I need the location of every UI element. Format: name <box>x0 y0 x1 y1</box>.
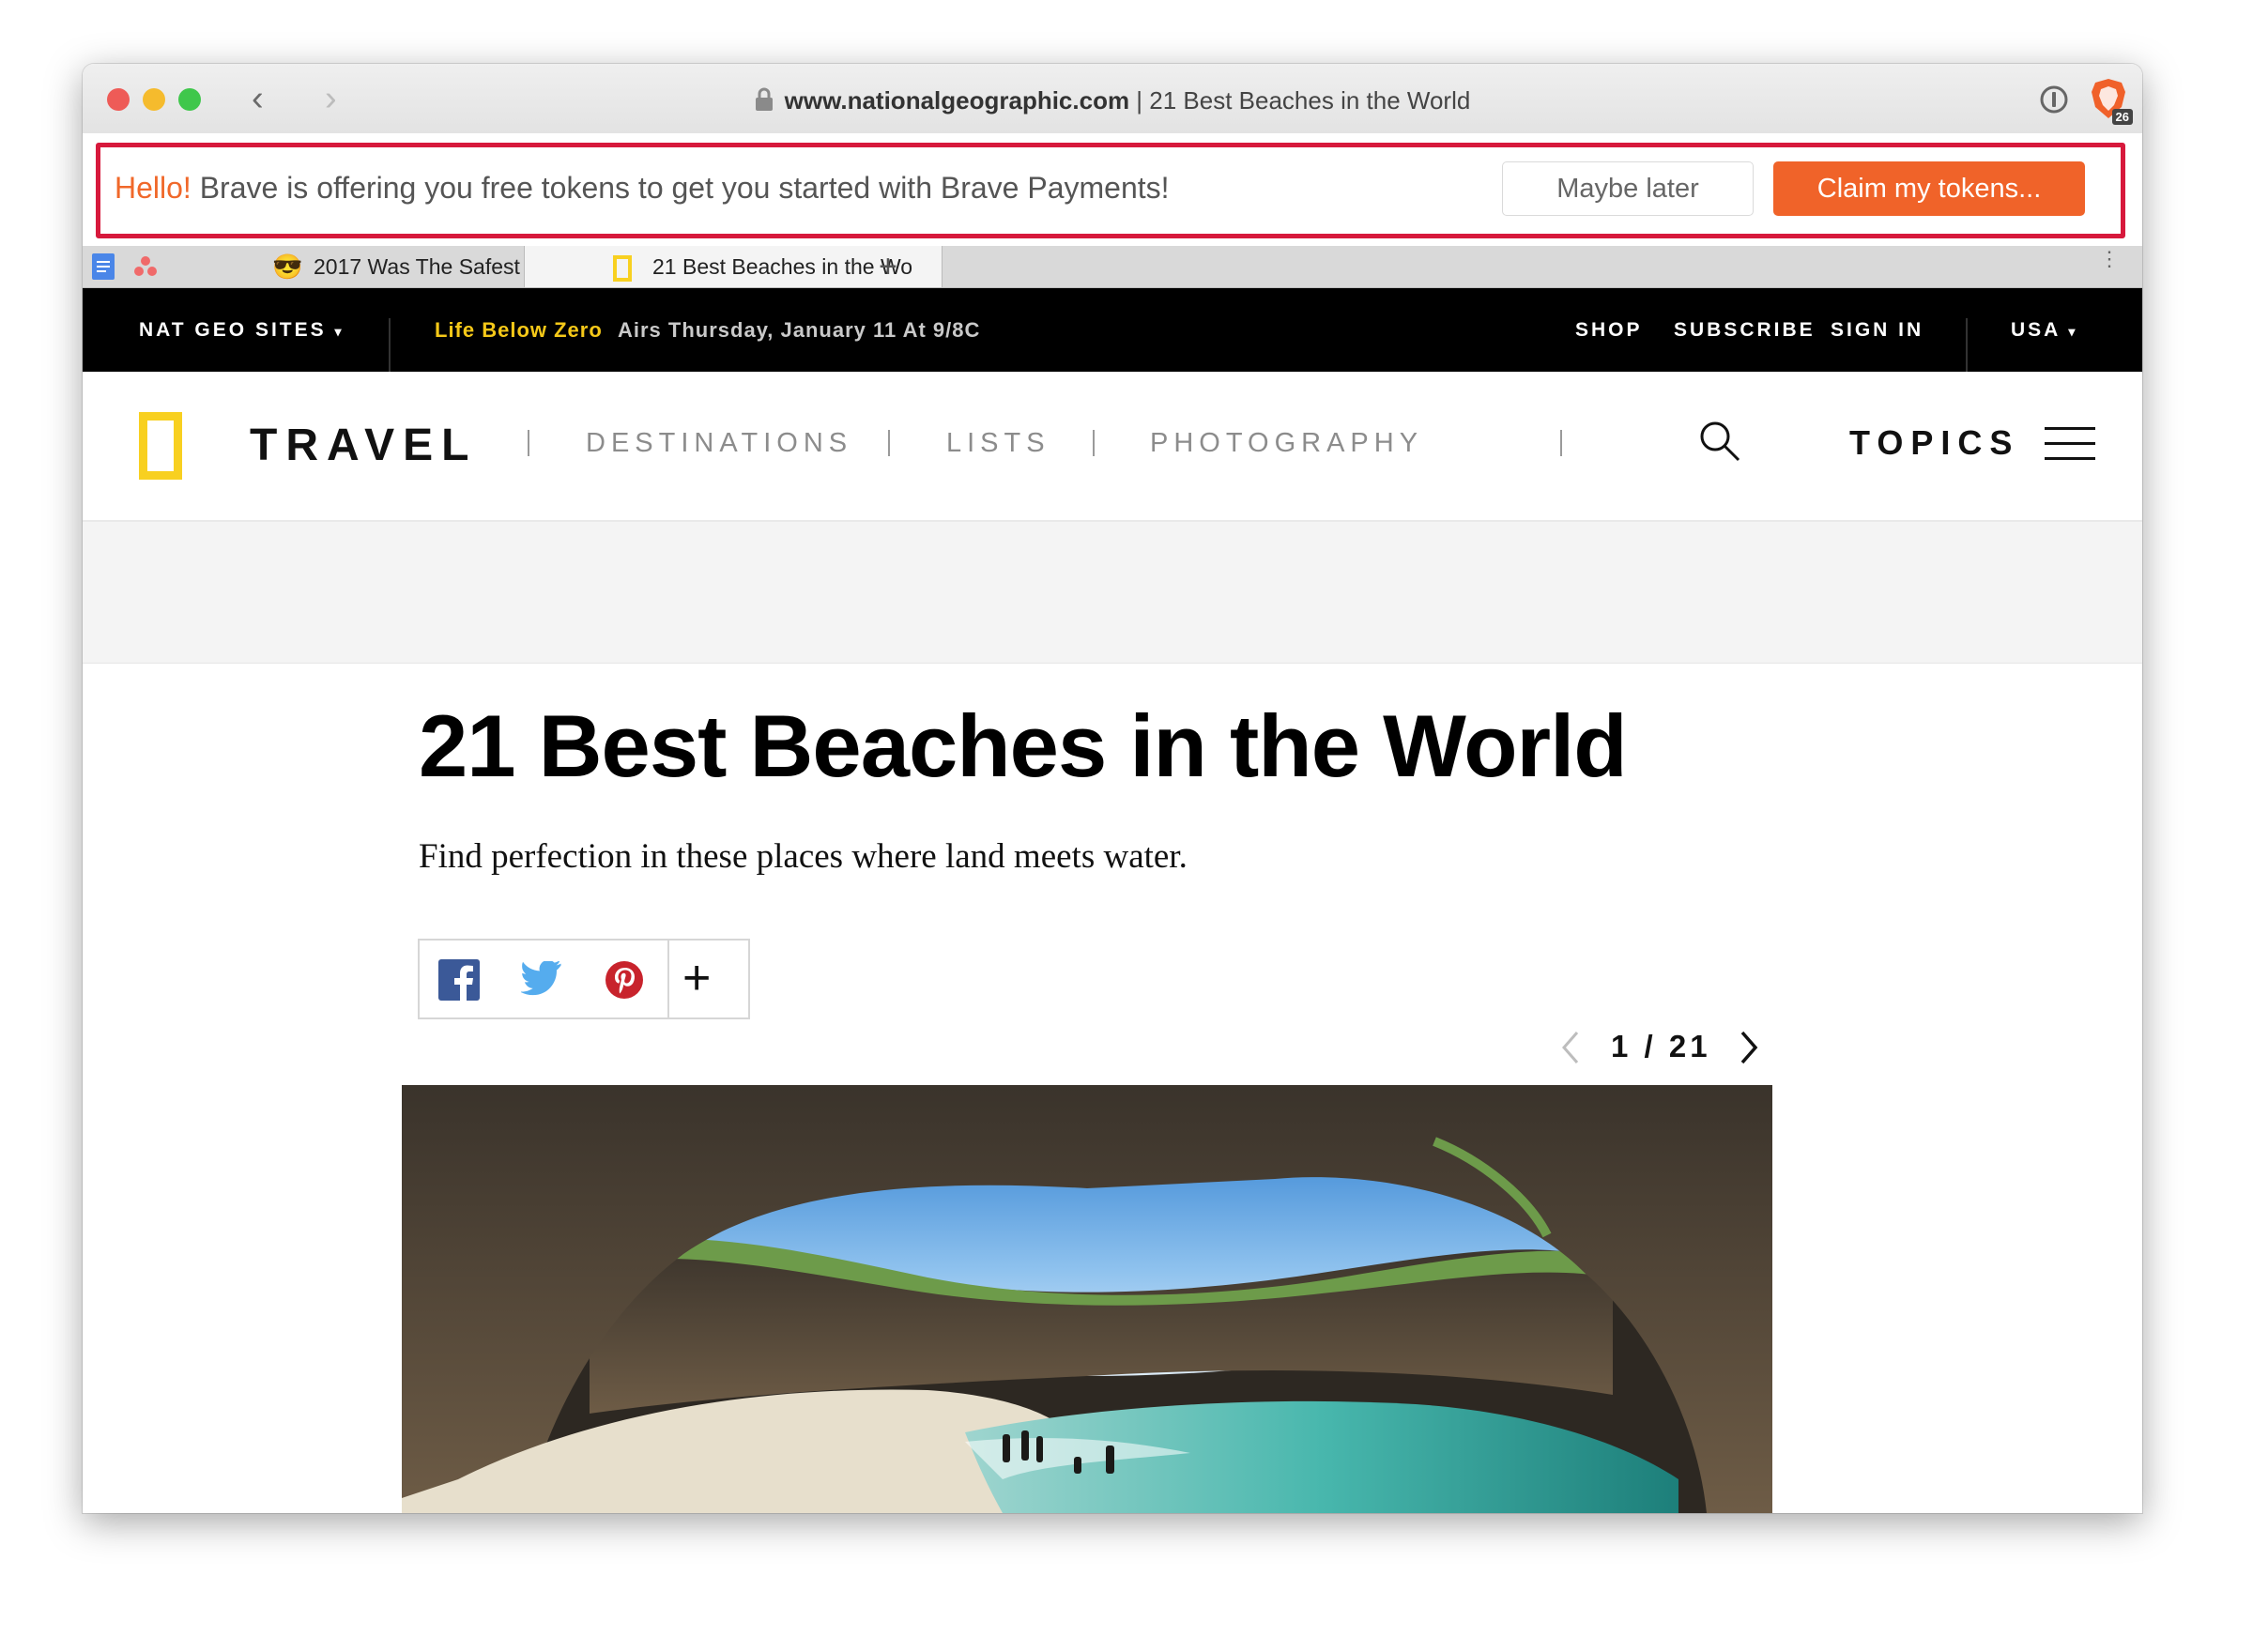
divider <box>389 318 391 373</box>
claim-tokens-button[interactable]: Claim my tokens... <box>1773 161 2085 216</box>
shield-count-badge: 26 <box>2111 109 2133 125</box>
url-separator: | <box>1129 86 1150 115</box>
share-bar: + <box>418 939 750 1019</box>
natgeo-logo-icon[interactable] <box>139 412 182 480</box>
nat-geo-sites-label: NAT GEO SITES <box>139 319 327 341</box>
next-slide-icon[interactable] <box>1739 1029 1761 1066</box>
slide-separator: / <box>1632 1029 1669 1063</box>
caret-down-icon: ▾ <box>2068 324 2078 339</box>
brave-payments-notification: Hello! Brave is offering you free tokens… <box>83 133 2142 247</box>
prev-slide-icon[interactable] <box>1558 1029 1581 1066</box>
natgeo-top-bar: NAT GEO SITES ▾ Life Below Zero Airs Thu… <box>83 288 2142 373</box>
facebook-icon[interactable] <box>438 959 480 1001</box>
region-selector[interactable]: USA ▾ <box>2011 317 2077 344</box>
docs-icon <box>92 253 115 280</box>
tab-menu-icon[interactable]: ⋮ <box>2099 249 2120 269</box>
nav-photography[interactable]: PHOTOGRAPHY <box>1150 425 1423 461</box>
pinterest-icon[interactable] <box>605 960 644 1000</box>
pinned-tab-docs[interactable] <box>88 246 118 287</box>
search-icon[interactable] <box>1697 419 1742 464</box>
slide-current: 1 <box>1611 1029 1632 1063</box>
title-bar: ‹ › www.nationalgeographic.com | 21 Best… <box>83 64 2142 134</box>
section-title[interactable]: TRAVEL <box>250 421 477 471</box>
notification-message: Hello! Brave is offering you free tokens… <box>115 169 1170 206</box>
asana-icon <box>134 256 157 276</box>
notification-body: Brave is offering you free tokens to get… <box>191 171 1170 205</box>
travel-header: TRAVEL DESTINATIONS LISTS PHOTOGRAPHY TO… <box>83 372 2142 522</box>
sunglasses-emoji-icon: 😎 <box>272 252 303 281</box>
more-share-icon[interactable]: + <box>682 950 711 1006</box>
promo-show-time[interactable]: Airs Thursday, January 11 At 9/8C <box>618 317 980 344</box>
nav-lists[interactable]: LISTS <box>946 425 1050 461</box>
caret-down-icon: ▾ <box>334 324 345 339</box>
maybe-later-button[interactable]: Maybe later <box>1502 161 1754 216</box>
browser-window: ‹ › www.nationalgeographic.com | 21 Best… <box>83 64 2142 1513</box>
hamburger-menu-icon[interactable] <box>2045 425 2095 463</box>
lock-icon <box>755 87 773 111</box>
natgeo-favicon-icon <box>613 255 632 282</box>
nav-destinations[interactable]: DESTINATIONS <box>586 425 852 461</box>
url-page-title: 21 Best Beaches in the World <box>1149 86 1471 115</box>
article-dek: Find perfection in these places where la… <box>419 837 1188 876</box>
ad-placeholder <box>83 522 2142 664</box>
sign-in-link[interactable]: SIGN IN <box>1831 317 1923 344</box>
slide-total: 21 <box>1668 1029 1711 1063</box>
promo-show-title[interactable]: Life Below Zero <box>435 317 603 344</box>
region-label: USA <box>2011 319 2061 341</box>
url-domain: www.nationalgeographic.com <box>784 86 1130 115</box>
subscribe-link[interactable]: SUBSCRIBE <box>1674 317 1816 344</box>
nat-geo-sites-menu[interactable]: NAT GEO SITES ▾ <box>139 317 345 344</box>
shop-link[interactable]: SHOP <box>1575 317 1643 344</box>
info-icon[interactable] <box>2039 84 2069 115</box>
topics-link[interactable]: TOPICS <box>1849 422 2019 464</box>
nav-separator <box>1093 430 1095 456</box>
divider <box>1966 318 1968 373</box>
pinned-tab-asana[interactable] <box>128 246 158 287</box>
new-tab-button[interactable]: + <box>879 246 897 287</box>
share-divider <box>667 941 669 1017</box>
nav-separator <box>528 430 529 456</box>
twitter-icon[interactable] <box>521 961 562 997</box>
article-title: 21 Best Beaches in the World <box>419 696 1628 795</box>
hero-beach-cave-image[interactable] <box>402 1085 1772 1513</box>
tab-best-beaches-label: 21 Best Beaches in the Wo <box>652 254 913 279</box>
slide-counter: 1 / 21 <box>1611 1027 1711 1066</box>
url-bar[interactable]: www.nationalgeographic.com | 21 Best Bea… <box>83 84 2142 116</box>
nav-separator <box>888 430 890 456</box>
notification-hello: Hello! <box>115 171 192 205</box>
tab-strip: 😎 2017 Was The Safest Year 21 Best Beach… <box>83 246 2142 288</box>
nav-separator <box>1560 430 1562 456</box>
